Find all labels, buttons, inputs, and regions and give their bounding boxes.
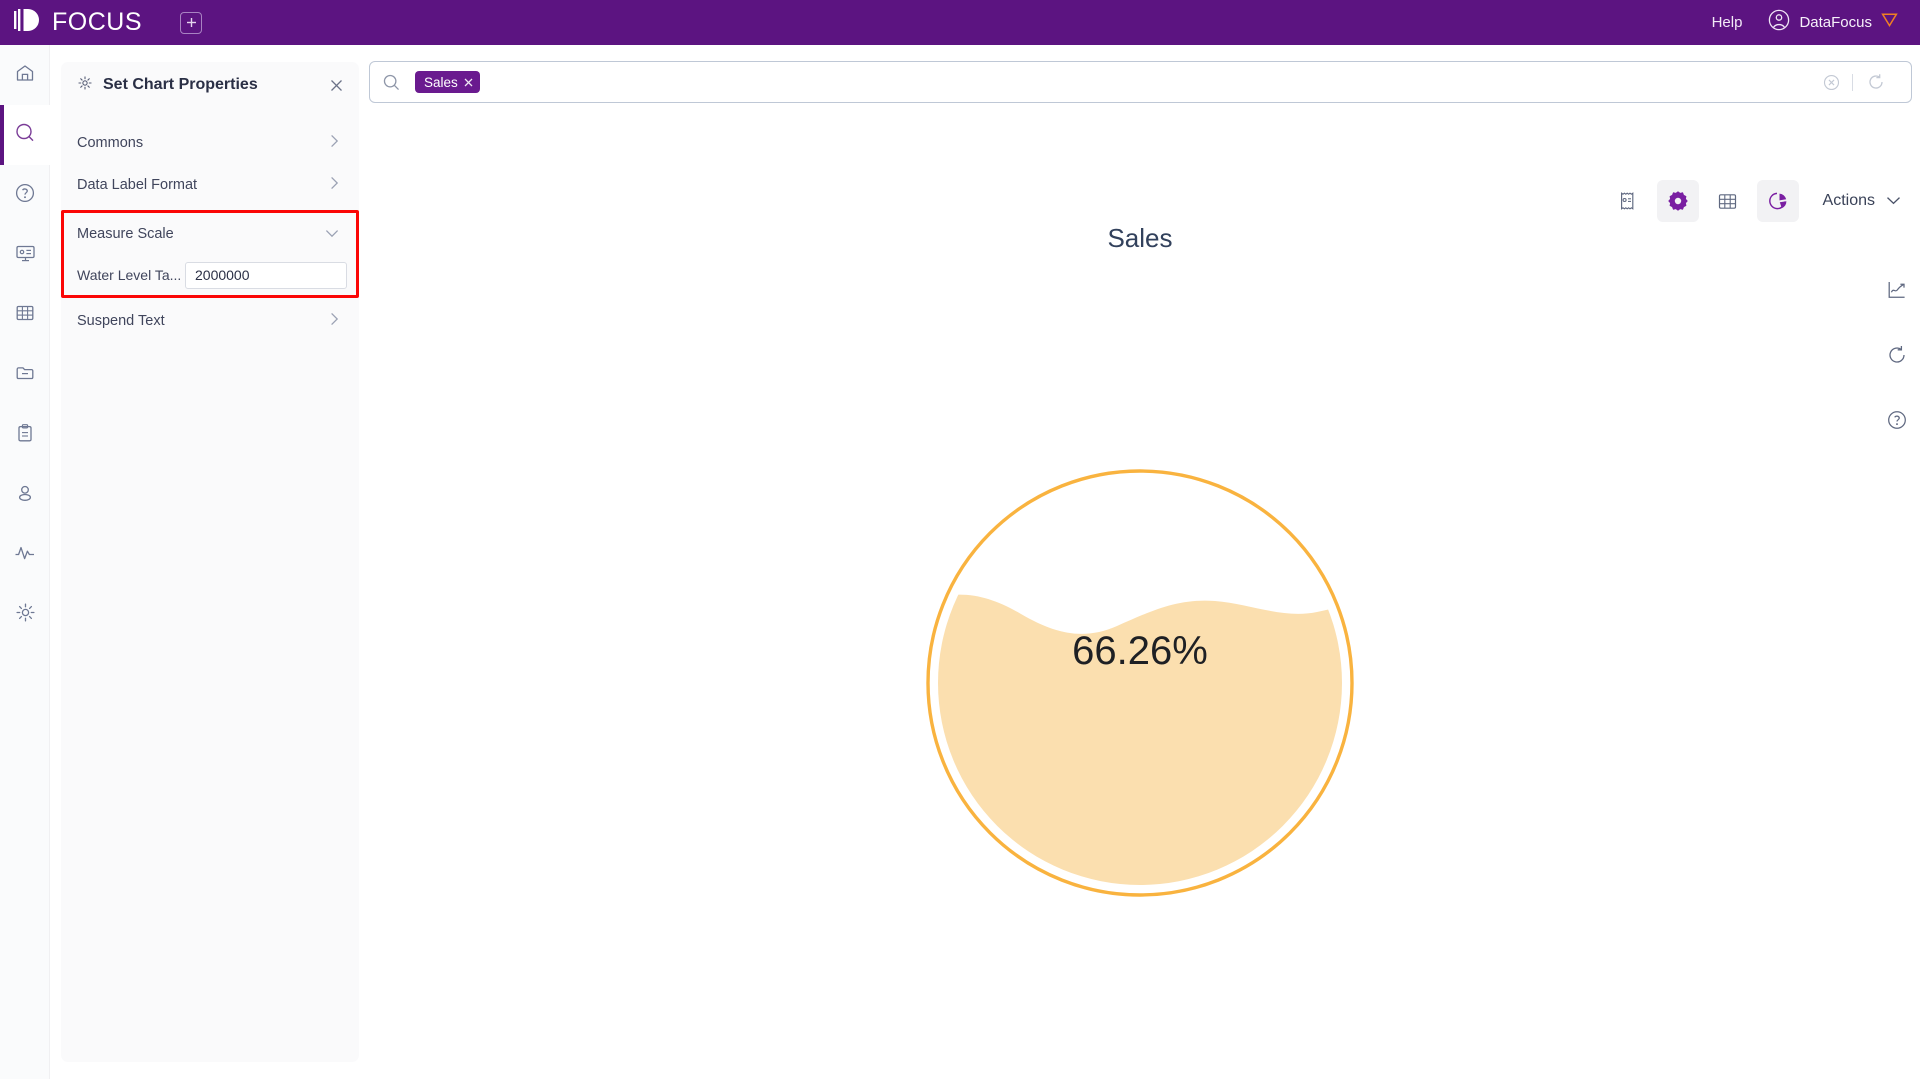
focus-logo-icon: [14, 8, 44, 37]
chevron-down-icon: [325, 226, 339, 242]
question-circle-icon: [14, 182, 36, 209]
brand-name: FOCUS: [52, 8, 142, 36]
gear-filled-icon[interactable]: [1656, 180, 1699, 222]
question-circle-icon[interactable]: [1884, 407, 1910, 433]
chart-title: Sales: [1107, 223, 1173, 253]
actions-button[interactable]: Actions: [1823, 192, 1901, 210]
search-icon: [13, 121, 37, 150]
main-content: Sales Actions Sales 66.26%: [360, 45, 1920, 1079]
presentation-icon: [14, 242, 37, 269]
refresh-icon[interactable]: [1853, 73, 1895, 91]
water-level-gauge: 66.26%: [925, 468, 1355, 898]
search-token-sales[interactable]: Sales: [415, 71, 480, 93]
chart-side-tools: [1884, 277, 1910, 433]
prop-label: Commons: [77, 135, 144, 151]
left-icon-rail: [0, 45, 50, 1079]
gear-outline-icon: [77, 75, 93, 96]
user-circle-icon: [1768, 9, 1790, 36]
search-icon[interactable]: [382, 73, 401, 92]
close-icon[interactable]: [327, 76, 345, 94]
home-icon: [14, 62, 36, 89]
search-token-label: Sales: [424, 74, 458, 90]
chevron-right-icon: [330, 312, 339, 330]
search-actions: [1811, 73, 1895, 91]
plus-square-icon[interactable]: [180, 11, 202, 34]
close-icon[interactable]: [464, 75, 473, 90]
pulse-icon: [13, 542, 37, 569]
sidebar-item-folder[interactable]: [0, 345, 50, 405]
chart-toolbar: Actions: [1607, 180, 1901, 222]
chevron-down-icon: [1886, 192, 1901, 210]
prop-label: Data Label Format: [77, 177, 198, 193]
sidebar-item-tasks[interactable]: [0, 405, 50, 465]
brand-logo[interactable]: FOCUS: [14, 0, 142, 45]
prop-label: Suspend Text: [77, 313, 165, 329]
actions-label: Actions: [1822, 192, 1875, 209]
prop-row-suspend-text-wrap: Suspend Text: [61, 300, 359, 342]
gear-icon: [14, 601, 37, 629]
chevron-right-icon: [330, 134, 339, 152]
prop-label: Measure Scale: [77, 226, 174, 242]
sidebar-item-data[interactable]: [0, 285, 50, 345]
folder-icon: [14, 362, 36, 389]
page-title: Set Chart Properties: [103, 76, 258, 93]
header-right-group: Help DataFocus: [1712, 9, 1898, 36]
gauge-svg: [926, 469, 1354, 897]
prop-row-suspend-text[interactable]: Suspend Text: [61, 300, 359, 342]
user-menu[interactable]: DataFocus: [1768, 9, 1898, 36]
prop-row-measure-scale[interactable]: Measure Scale: [64, 213, 356, 255]
sidebar-item-search[interactable]: [0, 105, 50, 165]
water-level-target-input[interactable]: [185, 261, 347, 289]
measure-scale-group-highlight: Measure Scale Water Level Ta...: [61, 210, 359, 298]
sidebar-item-dashboard[interactable]: [0, 225, 50, 285]
user-name: DataFocus: [1799, 14, 1872, 31]
trend-chart-icon[interactable]: [1884, 277, 1910, 303]
shield-badge-icon: [1881, 12, 1898, 33]
pie-chart-icon[interactable]: [1756, 180, 1799, 222]
receipt-icon[interactable]: [1607, 180, 1649, 222]
search-bar[interactable]: Sales: [369, 61, 1912, 103]
table-grid-icon: [14, 302, 36, 329]
chart-properties-header: Set Chart Properties: [61, 62, 359, 108]
sidebar-item-settings[interactable]: [0, 585, 50, 645]
gauge-liquid: [938, 594, 1342, 885]
prop-row-commons[interactable]: Commons: [61, 122, 359, 164]
water-level-target-label: Water Level Ta...: [77, 267, 182, 283]
water-level-target-field-row: Water Level Ta...: [64, 255, 356, 295]
app-header: FOCUS Help DataFocus: [0, 0, 1920, 45]
sidebar-item-help[interactable]: [0, 165, 50, 225]
table-icon[interactable]: [1707, 180, 1749, 222]
clear-circle-icon[interactable]: [1811, 74, 1852, 91]
sidebar-item-monitor[interactable]: [0, 525, 50, 585]
user-icon: [14, 482, 36, 509]
chevron-right-icon: [330, 176, 339, 194]
search-token-list: Sales: [415, 71, 480, 93]
clipboard-icon: [14, 422, 36, 449]
prop-row-data-label-format[interactable]: Data Label Format: [61, 164, 359, 206]
help-link[interactable]: Help: [1712, 14, 1743, 31]
sidebar-item-home[interactable]: [0, 45, 50, 105]
reset-icon[interactable]: [1884, 342, 1910, 368]
chart-properties-panel: Set Chart Properties Commons Data Label …: [61, 62, 359, 1062]
sidebar-item-user[interactable]: [0, 465, 50, 525]
